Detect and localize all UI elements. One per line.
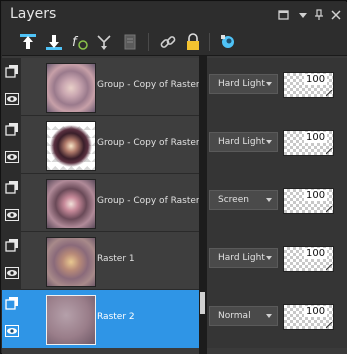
resize-corner-icon [326, 322, 332, 328]
blend-mode-select[interactable]: Hard Light [209, 248, 278, 268]
layers-toolbar: f [2, 30, 347, 56]
resize-corner-icon [326, 206, 332, 212]
opacity-value: 100 [304, 132, 328, 143]
merge-icon[interactable] [94, 32, 114, 52]
layer-thumbnail [46, 237, 96, 287]
opacity-value: 100 [304, 248, 328, 259]
opacity-value: 100 [304, 190, 328, 201]
layer-row[interactable]: Group - Copy of Raster 1 [21, 116, 208, 174]
visibility-eye-icon[interactable] [5, 93, 19, 105]
restore-icon[interactable] [277, 8, 291, 22]
pin-icon[interactable] [312, 8, 326, 22]
move-layer-down-icon[interactable] [44, 32, 64, 52]
chevron-down-icon [266, 314, 272, 318]
layer-thumbnail [46, 179, 96, 229]
blend-mode-value: Screen [218, 195, 249, 205]
blend-mode-value: Normal [218, 311, 251, 321]
layer-row-icons [2, 58, 21, 116]
layer-name: Raster 2 [97, 312, 135, 322]
opacity-value: 100 [304, 306, 328, 317]
layer-thumbnail [46, 63, 96, 113]
blend-mode-select[interactable]: Hard Light [209, 132, 278, 152]
dropdown-icon[interactable] [296, 8, 310, 22]
layer-group-icon[interactable] [5, 64, 19, 78]
blend-mode-value: Hard Light [218, 253, 265, 263]
blend-mode-value: Hard Light [218, 79, 265, 89]
layer-row-icons [2, 174, 21, 232]
layer-row[interactable]: Group - Copy of Raster 1 [21, 58, 208, 116]
opacity-field[interactable]: 100 [283, 304, 334, 330]
toolbar-divider [148, 33, 149, 51]
layer-thumbnail [46, 295, 96, 345]
layer-row-icons [2, 116, 21, 174]
layer-props: Screen 100 [207, 174, 347, 232]
layer-group-icon[interactable] [5, 296, 19, 310]
layer-group-icon[interactable] [5, 238, 19, 252]
move-layer-up-icon[interactable] [18, 32, 38, 52]
visibility-eye-icon[interactable] [5, 209, 19, 221]
opacity-field[interactable]: 100 [283, 188, 334, 214]
layer-row[interactable]: Raster 1 [21, 232, 199, 290]
panel-titlebar: Layers [2, 2, 347, 30]
visibility-eye-icon[interactable] [5, 325, 19, 337]
layer-list: Group - Copy of Raster 1 Hard Light 100 … [2, 56, 347, 354]
chevron-down-icon [266, 198, 272, 202]
resize-corner-icon [326, 264, 332, 270]
layer-group-icon[interactable] [5, 180, 19, 194]
resize-corner-icon [326, 90, 332, 96]
resize-corner-icon [326, 148, 332, 154]
layer-name: Group - Copy of Raster 1 [97, 196, 209, 206]
blend-mode-select[interactable]: Hard Light [209, 74, 278, 94]
chevron-down-icon [266, 82, 272, 86]
svg-text:f: f [72, 35, 79, 50]
visibility-eye-icon[interactable] [5, 267, 19, 279]
layer-thumbnail [46, 121, 96, 171]
layer-name: Raster 1 [97, 254, 135, 264]
layer-row[interactable]: Group - Copy of Raster 1 [21, 174, 208, 232]
visibility-eye-icon[interactable] [5, 151, 19, 163]
layer-name: Group - Copy of Raster 1 [97, 138, 209, 148]
layer-props: Hard Light 100 [207, 116, 347, 174]
layers-panel: Layers f Group - Copy of Raster 1 Hard L… [0, 0, 347, 354]
lock-icon[interactable] [183, 32, 203, 52]
opacity-field[interactable]: 100 [283, 72, 334, 98]
opacity-field[interactable]: 100 [283, 130, 334, 156]
close-icon[interactable] [329, 8, 343, 22]
opacity-field[interactable]: 100 [283, 246, 334, 272]
layer-name: Group - Copy of Raster 1 [97, 80, 209, 90]
eye-toggle-icon[interactable] [218, 32, 238, 52]
chevron-down-icon [266, 140, 272, 144]
layer-properties-icon[interactable]: f [70, 32, 90, 52]
layer-row-icons [2, 290, 21, 348]
layer-props: Hard Light 100 [207, 232, 347, 290]
layer-group-icon[interactable] [5, 122, 19, 136]
splitter-grip[interactable] [200, 292, 205, 314]
layer-info-icon[interactable] [120, 32, 140, 52]
toolbar-divider [209, 33, 210, 51]
layer-row-icons [2, 232, 21, 290]
blend-mode-select[interactable]: Normal [209, 306, 278, 326]
opacity-value: 100 [304, 74, 328, 85]
layer-row-selected[interactable]: Raster 2 [21, 290, 199, 348]
layer-props: Normal 100 [207, 290, 347, 348]
layer-props: Hard Light 100 [207, 58, 347, 116]
chevron-down-icon [266, 256, 272, 260]
blend-mode-value: Hard Light [218, 137, 265, 147]
blend-mode-select[interactable]: Screen [209, 190, 278, 210]
link-icon[interactable] [158, 32, 178, 52]
panel-title: Layers [10, 6, 57, 22]
